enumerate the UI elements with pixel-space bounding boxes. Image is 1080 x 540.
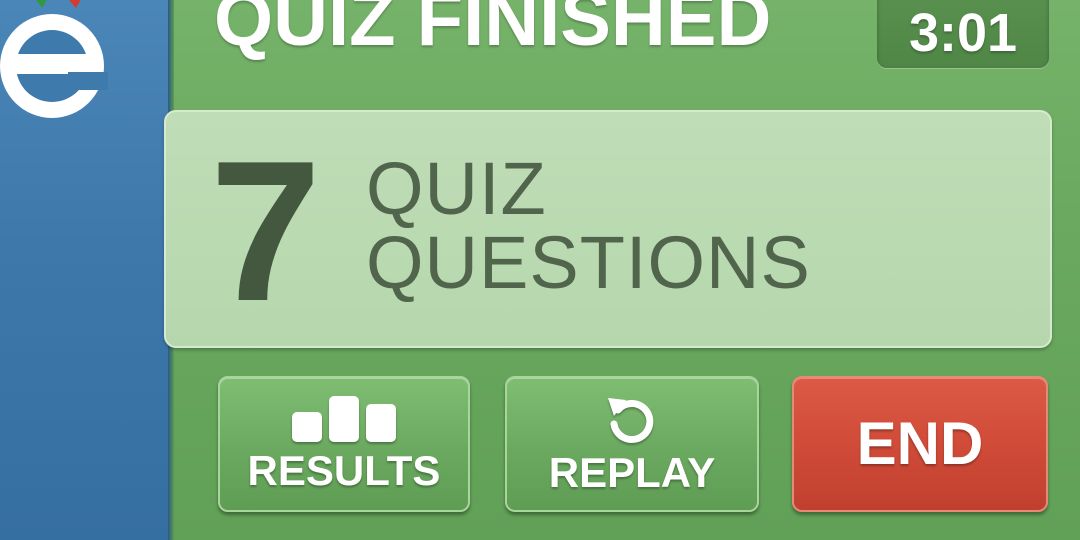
label-line-1: QUIZ: [366, 147, 547, 230]
summary-panel: 7 QUIZ QUESTIONS: [164, 110, 1052, 348]
question-count-label: QUIZ QUESTIONS: [366, 152, 811, 300]
end-button[interactable]: END: [792, 376, 1048, 512]
page-title: QUIZ FINISHED: [214, 0, 772, 62]
replay-button-label: REPLAY: [548, 449, 716, 496]
question-count: 7: [210, 120, 322, 343]
sidebar: [0, 0, 170, 540]
timer-badge: 3:01: [877, 0, 1049, 68]
replay-button[interactable]: REPLAY: [505, 376, 759, 512]
timer-value: 3:01: [908, 3, 1018, 63]
app-logo: [0, 0, 108, 118]
replay-icon: [608, 398, 654, 443]
results-button-label: RESULTS: [247, 447, 441, 494]
label-line-2: QUESTIONS: [366, 221, 811, 304]
end-button-label: END: [856, 410, 984, 477]
quiz-finished-screen: QUIZ FINISHED 3:01 7 QUIZ QUESTIONS RESU…: [0, 0, 1080, 540]
main-panel: QUIZ FINISHED 3:01 7 QUIZ QUESTIONS RESU…: [164, 0, 1080, 540]
results-button[interactable]: RESULTS: [218, 376, 470, 512]
bar-chart-icon: [292, 396, 396, 442]
